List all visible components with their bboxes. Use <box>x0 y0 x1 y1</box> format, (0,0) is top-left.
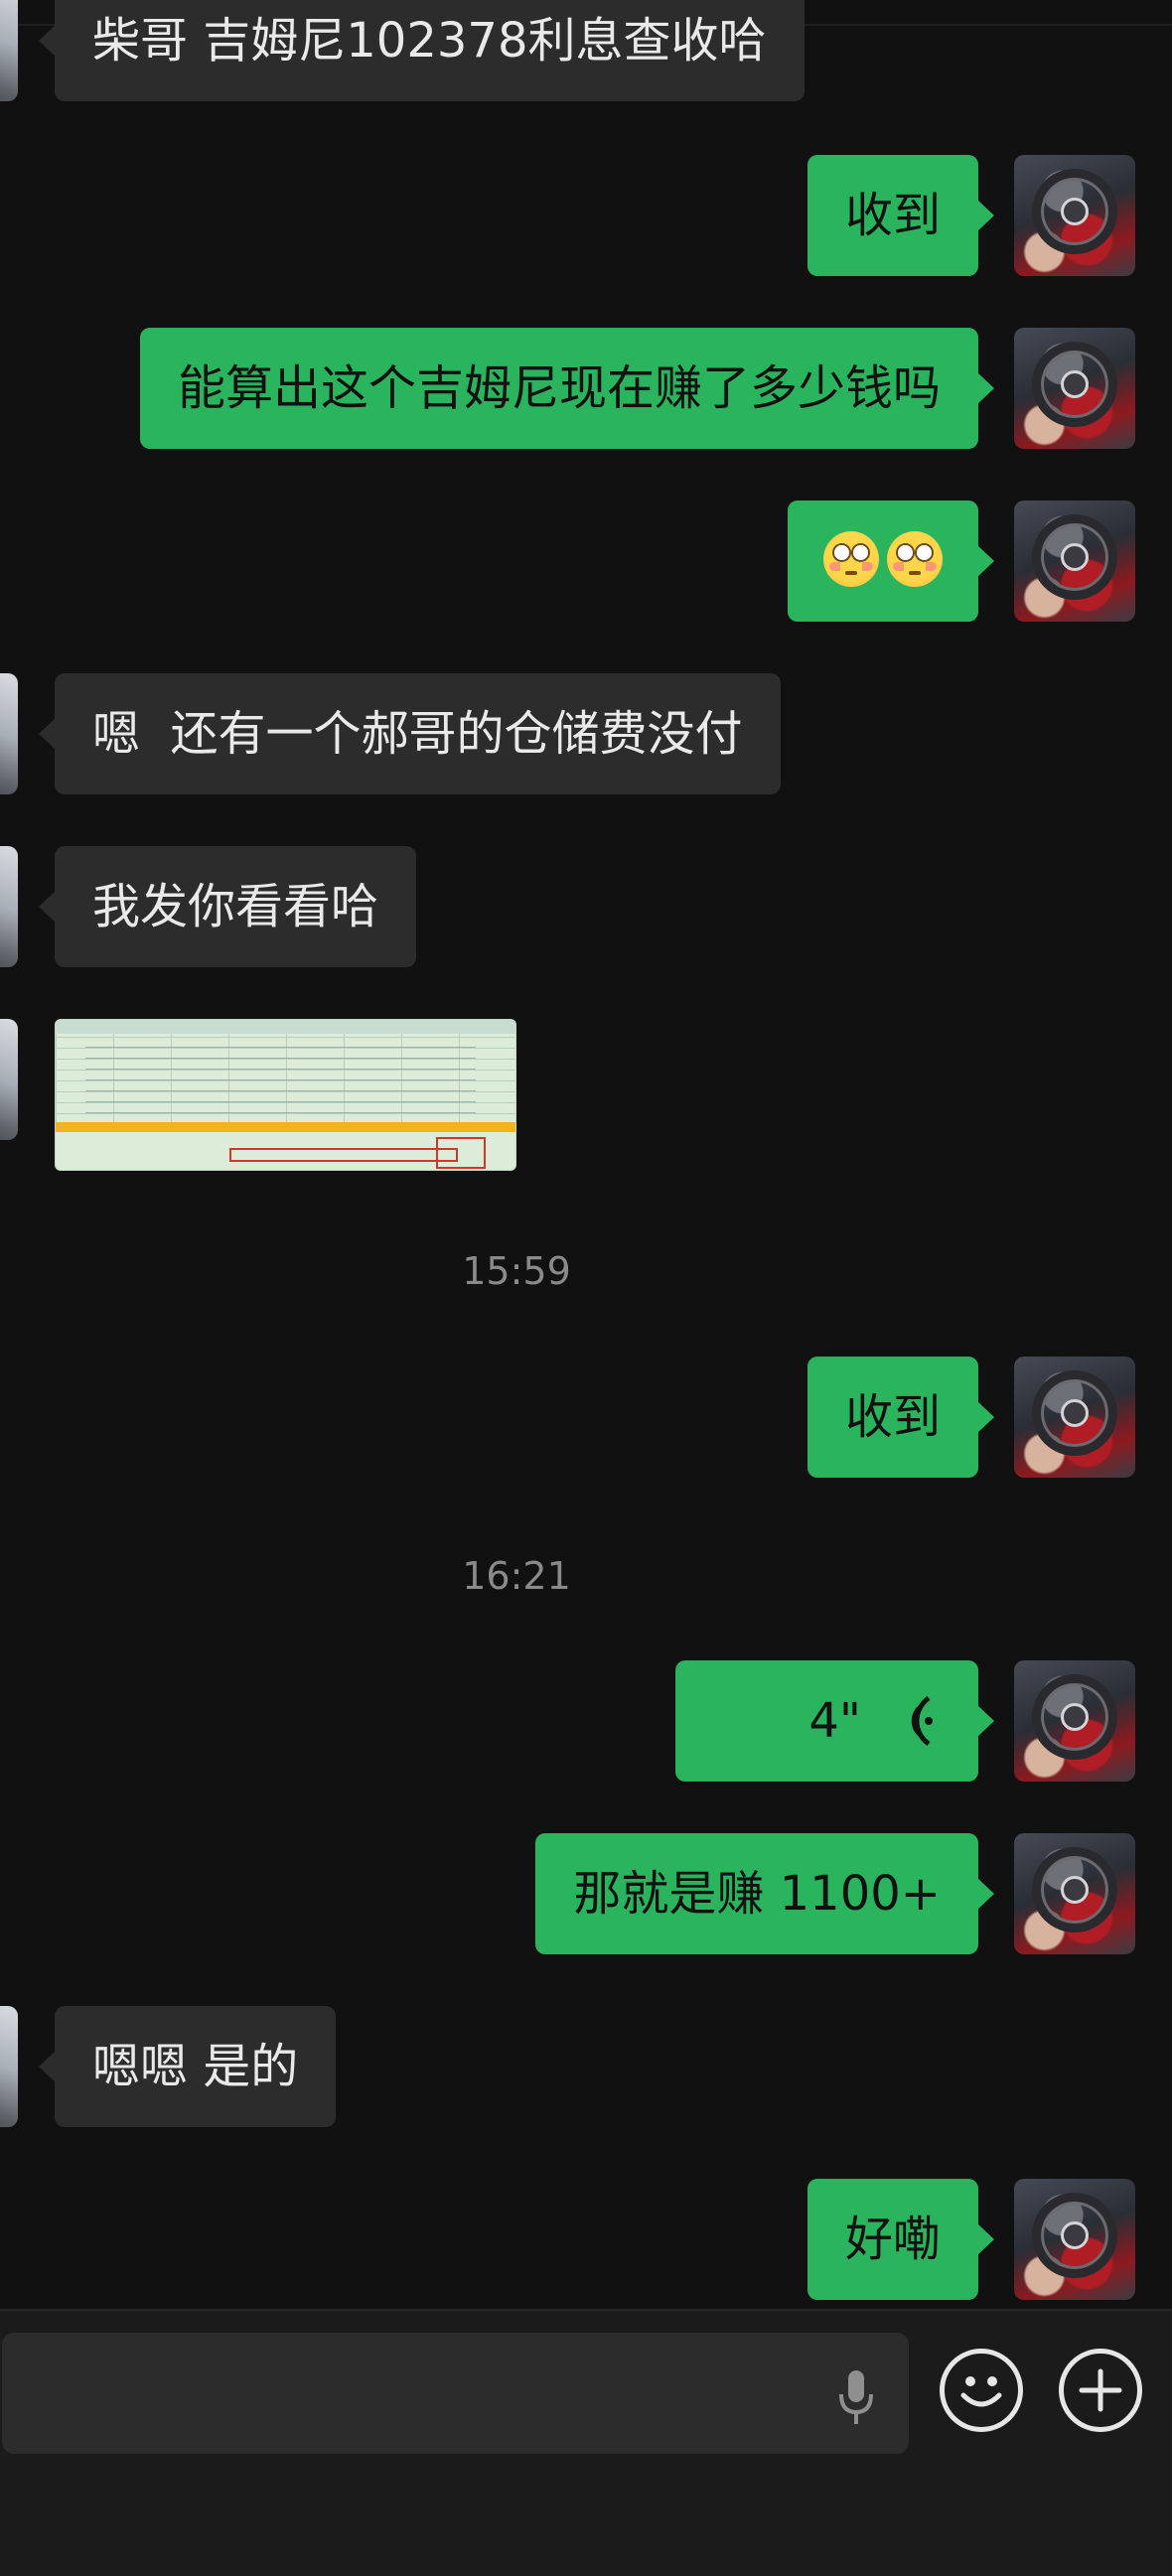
sheet-header <box>56 1020 515 1034</box>
car-emblem-graphic <box>1061 1399 1089 1427</box>
contact-avatar[interactable] <box>0 2006 18 2127</box>
car-emblem-graphic <box>1061 370 1089 398</box>
highlight-box <box>229 1148 458 1162</box>
spreadsheet-image[interactable] <box>55 1019 516 1171</box>
car-emblem-graphic <box>1061 1703 1089 1731</box>
timestamp: 15:59 <box>462 1249 571 1293</box>
car-emblem-graphic <box>1061 2221 1089 2249</box>
input-bar <box>0 2309 1172 2576</box>
my-avatar[interactable] <box>1014 155 1135 276</box>
microphone-icon[interactable] <box>836 2368 876 2428</box>
my-avatar[interactable] <box>1014 328 1135 449</box>
voice-message-bubble[interactable]: 4" <box>675 1660 994 1782</box>
sheet-total-row <box>56 1122 515 1132</box>
flushed-face-icon <box>887 531 943 587</box>
message-bubble-out[interactable] <box>788 501 994 622</box>
contact-avatar[interactable] <box>0 846 18 967</box>
message-bubble-in[interactable]: 嗯嗯 是的 <box>38 2006 337 2127</box>
sheet-text-lines <box>85 1038 476 1117</box>
emoji-icon[interactable] <box>940 2349 1023 2432</box>
message-bubble-in[interactable]: 柴哥 吉姆尼102378利息查收哈 <box>39 0 805 101</box>
message-bubble-in[interactable]: 嗯 还有一个郝哥的仓储费没付 <box>39 673 781 794</box>
message-bubble-out[interactable]: 能算出这个吉姆尼现在赚了多少钱吗 <box>139 328 995 449</box>
message-bubble-in[interactable]: 我发你看看哈 <box>38 846 417 967</box>
my-avatar[interactable] <box>1014 1660 1135 1782</box>
message-bubble-out[interactable]: 好嘞 <box>806 2179 995 2300</box>
highlight-box <box>436 1137 486 1169</box>
contact-avatar[interactable] <box>0 673 18 794</box>
message-bubble-out[interactable]: 收到 <box>806 155 995 276</box>
my-avatar[interactable] <box>1014 1357 1135 1478</box>
car-emblem-graphic <box>1061 198 1089 225</box>
voice-wave-icon <box>895 1660 939 1828</box>
timestamp: 16:21 <box>462 1554 571 1598</box>
car-emblem-graphic <box>1061 543 1089 571</box>
car-emblem-graphic <box>1061 1876 1089 1904</box>
plus-icon[interactable] <box>1059 2349 1142 2432</box>
message-bubble-out[interactable]: 收到 <box>806 1357 995 1478</box>
my-avatar[interactable] <box>1014 2179 1135 2300</box>
voice-duration: 4" <box>808 1693 861 1749</box>
chat-area[interactable]: 柴哥 吉姆尼102378利息查收哈 收到 能算出这个吉姆尼现在赚了多少钱吗 嗯 … <box>0 0 1172 2309</box>
message-input[interactable] <box>2 2333 909 2454</box>
flushed-face-icon <box>823 531 879 587</box>
contact-avatar[interactable] <box>0 0 18 101</box>
message-bubble-out[interactable]: 那就是赚 1100+ <box>535 1833 994 1954</box>
my-avatar[interactable] <box>1014 501 1135 622</box>
my-avatar[interactable] <box>1014 1833 1135 1954</box>
contact-avatar[interactable] <box>0 1019 18 1140</box>
